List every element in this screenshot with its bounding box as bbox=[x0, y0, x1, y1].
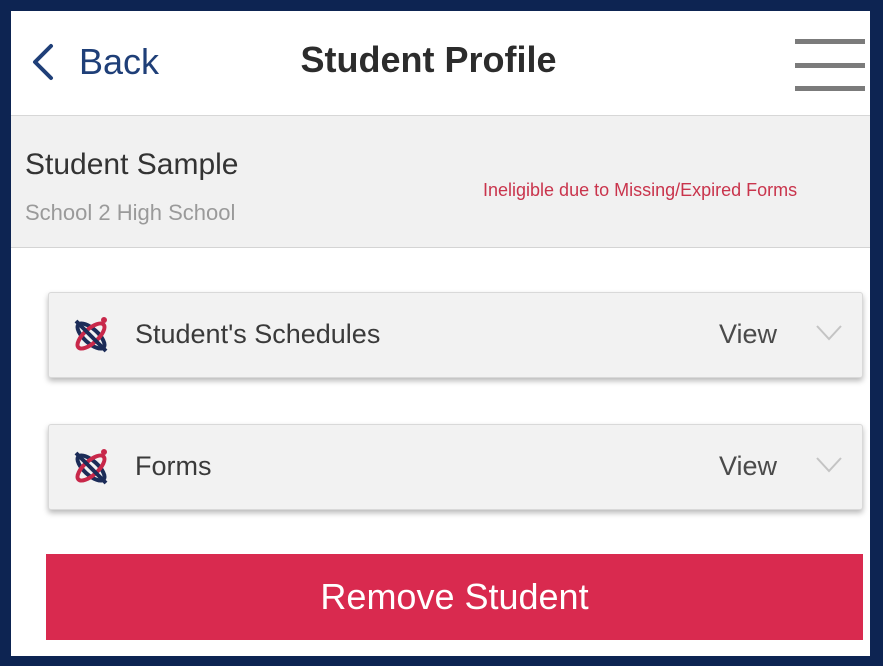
hamburger-menu-icon[interactable] bbox=[795, 39, 865, 91]
student-name: Student Sample bbox=[25, 148, 239, 181]
schedules-section[interactable]: Student's Schedules View bbox=[48, 292, 863, 378]
forms-section[interactable]: Forms View bbox=[48, 424, 863, 510]
menu-bar-top bbox=[795, 39, 865, 44]
schedules-view-link[interactable]: View bbox=[719, 319, 777, 350]
forms-view-link[interactable]: View bbox=[719, 451, 777, 482]
back-label: Back bbox=[79, 41, 160, 82]
page-title-text: Student Profile bbox=[300, 39, 557, 80]
forms-label: Forms bbox=[135, 451, 212, 481]
remove-student-button[interactable]: Remove Student bbox=[46, 554, 863, 640]
schedules-label: Student's Schedules bbox=[135, 319, 381, 349]
school-name: School 2 High School bbox=[25, 200, 236, 225]
app-screen: Back Student Profile Student Sample Scho… bbox=[11, 11, 870, 656]
back-button[interactable]: Back bbox=[31, 37, 159, 87]
student-info-card: Student Sample School 2 High School Inel… bbox=[11, 116, 870, 248]
menu-bar-bottom bbox=[795, 86, 865, 91]
menu-bar-middle bbox=[795, 63, 865, 68]
chevron-down-icon[interactable] bbox=[815, 323, 843, 343]
app-logo-icon bbox=[74, 449, 108, 485]
top-bar: Back Student Profile bbox=[11, 11, 870, 116]
chevron-down-icon[interactable] bbox=[815, 455, 843, 475]
eligibility-status: Ineligible due to Missing/Expired Forms bbox=[483, 180, 798, 200]
app-logo-icon bbox=[74, 317, 108, 353]
chevron-left-icon bbox=[33, 44, 53, 80]
